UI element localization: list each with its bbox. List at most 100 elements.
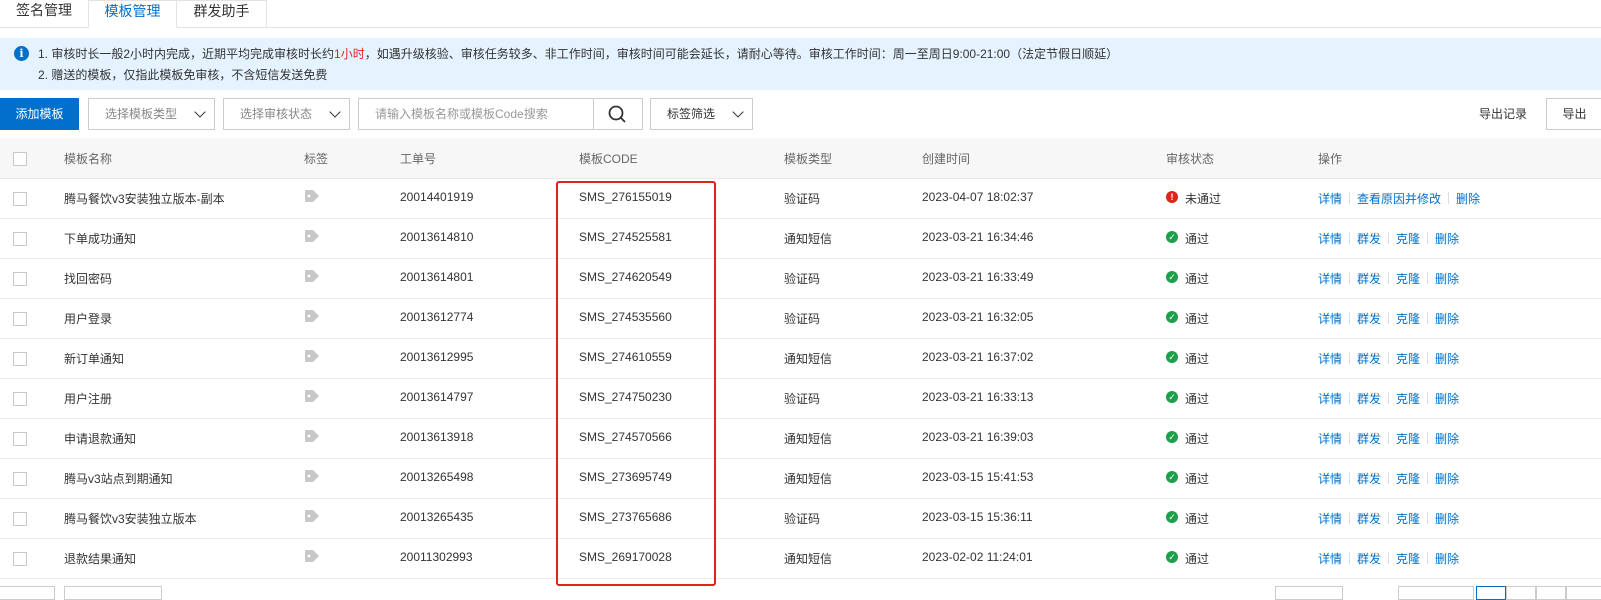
details-link[interactable]: 详情 [1318, 392, 1342, 406]
export-button[interactable]: 导出 [1546, 98, 1601, 130]
tag-icon[interactable] [305, 390, 319, 402]
action-divider [1388, 352, 1390, 364]
pagination-page[interactable] [1536, 586, 1566, 600]
pagination-control[interactable] [1398, 586, 1474, 600]
bulk-send-link[interactable]: 群发 [1357, 352, 1381, 366]
pagination-control[interactable] [1275, 586, 1343, 600]
delete-link[interactable]: 删除 [1456, 192, 1480, 206]
delete-link[interactable]: 删除 [1435, 512, 1459, 526]
action-divider [1349, 312, 1351, 324]
delete-link[interactable]: 删除 [1435, 232, 1459, 246]
template-name: 申请退款通知 [64, 432, 137, 446]
template-type: 通知短信 [784, 432, 833, 446]
add-template-button[interactable]: 添加模板 [0, 98, 79, 130]
pagination-page[interactable] [1566, 586, 1601, 600]
search-input[interactable] [373, 99, 577, 129]
template-type-select[interactable]: 选择模板类型 [88, 98, 215, 130]
details-link[interactable]: 详情 [1318, 352, 1342, 366]
footer-control[interactable] [0, 586, 55, 600]
delete-link[interactable]: 删除 [1435, 392, 1459, 406]
check-circle-icon: ✓ [1166, 431, 1178, 443]
action-divider [1349, 232, 1351, 244]
delete-link[interactable]: 删除 [1435, 552, 1459, 566]
clone-link[interactable]: 克隆 [1396, 432, 1420, 446]
row-checkbox[interactable] [13, 552, 27, 566]
view-reason-edit-link[interactable]: 查看原因并修改 [1357, 192, 1441, 206]
header-template-name: 模板名称 [64, 152, 113, 166]
row-checkbox[interactable] [13, 192, 27, 206]
action-divider [1349, 272, 1351, 284]
clone-link[interactable]: 克隆 [1396, 552, 1420, 566]
tag-filter-select[interactable]: 标签筛选 [650, 98, 753, 130]
tag-icon[interactable] [305, 310, 319, 322]
pagination-page[interactable] [1506, 586, 1536, 600]
delete-link[interactable]: 删除 [1435, 312, 1459, 326]
details-link[interactable]: 详情 [1318, 552, 1342, 566]
delete-link[interactable]: 删除 [1435, 472, 1459, 486]
row-checkbox[interactable] [13, 232, 27, 246]
tag-icon[interactable] [305, 270, 319, 282]
tag-icon[interactable] [305, 550, 319, 562]
details-link[interactable]: 详情 [1318, 312, 1342, 326]
review-status-select[interactable]: 选择审核状态 [223, 98, 350, 130]
tag-icon[interactable] [305, 430, 319, 442]
bulk-send-link[interactable]: 群发 [1357, 392, 1381, 406]
check-circle-icon: ✓ [1166, 351, 1178, 363]
check-circle-icon: ✓ [1166, 391, 1178, 403]
details-link[interactable]: 详情 [1318, 272, 1342, 286]
row-checkbox[interactable] [13, 272, 27, 286]
clone-link[interactable]: 克隆 [1396, 392, 1420, 406]
details-link[interactable]: 详情 [1318, 232, 1342, 246]
tab-signature[interactable]: 签名管理 [0, 0, 88, 26]
details-link[interactable]: 详情 [1318, 192, 1342, 206]
clone-link[interactable]: 克隆 [1396, 312, 1420, 326]
row-checkbox[interactable] [13, 472, 27, 486]
row-checkbox[interactable] [13, 512, 27, 526]
notice-text: 1. 审核时长一般2小时内完成，近期平均完成审核时长约 [38, 47, 335, 61]
bulk-send-link[interactable]: 群发 [1357, 472, 1381, 486]
select-all-checkbox[interactable] [13, 152, 27, 166]
notice-text: ，如遇升级核验、审核任务较多、非工作时间，审核时间可能会延长，请耐心等待。审核工… [364, 47, 1119, 61]
bulk-send-link[interactable]: 群发 [1357, 312, 1381, 326]
row-checkbox[interactable] [13, 432, 27, 446]
action-divider [1349, 472, 1351, 484]
ticket-number: 20013614801 [400, 270, 474, 284]
clone-link[interactable]: 克隆 [1396, 232, 1420, 246]
action-divider [1427, 552, 1429, 564]
delete-link[interactable]: 删除 [1435, 272, 1459, 286]
row-checkbox[interactable] [13, 312, 27, 326]
details-link[interactable]: 详情 [1318, 472, 1342, 486]
details-link[interactable]: 详情 [1318, 432, 1342, 446]
tab-bulk-sender[interactable]: 群发助手 [176, 0, 267, 27]
tab-template[interactable]: 模板管理 [88, 0, 177, 28]
table-row: 腾马餐饮v3安装独立版本-副本 20014401919 SMS_276155019 验… [0, 178, 1601, 219]
bulk-send-link[interactable]: 群发 [1357, 272, 1381, 286]
bulk-send-link[interactable]: 群发 [1357, 512, 1381, 526]
delete-link[interactable]: 删除 [1435, 432, 1459, 446]
search-icon [608, 105, 626, 123]
search-button[interactable] [593, 98, 643, 130]
footer-control[interactable] [64, 586, 162, 600]
details-link[interactable]: 详情 [1318, 512, 1342, 526]
tag-icon[interactable] [305, 510, 319, 522]
delete-link[interactable]: 删除 [1435, 352, 1459, 366]
template-type: 通知短信 [784, 352, 833, 366]
ticket-number: 20013265498 [400, 470, 474, 484]
row-checkbox[interactable] [13, 352, 27, 366]
clone-link[interactable]: 克隆 [1396, 512, 1420, 526]
bulk-send-link[interactable]: 群发 [1357, 232, 1381, 246]
row-checkbox[interactable] [13, 392, 27, 406]
clone-link[interactable]: 克隆 [1396, 472, 1420, 486]
tag-icon[interactable] [305, 230, 319, 242]
tag-icon[interactable] [305, 190, 319, 202]
check-circle-icon: ✓ [1166, 551, 1178, 563]
bulk-send-link[interactable]: 群发 [1357, 552, 1381, 566]
tag-icon[interactable] [305, 350, 319, 362]
bulk-send-link[interactable]: 群发 [1357, 432, 1381, 446]
pagination-page-current[interactable] [1476, 586, 1506, 600]
export-record-link[interactable]: 导出记录 [1479, 98, 1527, 130]
info-icon: i [14, 46, 29, 61]
tag-icon[interactable] [305, 470, 319, 482]
clone-link[interactable]: 克隆 [1396, 352, 1420, 366]
clone-link[interactable]: 克隆 [1396, 272, 1420, 286]
